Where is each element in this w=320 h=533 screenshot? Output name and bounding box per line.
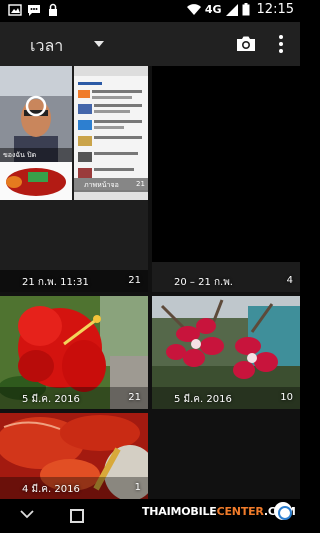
view-selector[interactable]: เวลา — [30, 34, 63, 59]
message-notification-icon — [28, 5, 40, 16]
empty-area — [152, 413, 300, 499]
overflow-menu-icon[interactable] — [276, 34, 286, 54]
watermark-center: CENTER — [216, 505, 264, 518]
album-count: 21 — [128, 392, 141, 403]
watermark-logo-icon — [274, 502, 292, 520]
clock: 12:15 — [256, 2, 294, 17]
album-date: 21 ก.พ. 11:31 — [22, 277, 89, 288]
album-date: 20 – 21 ก.พ. — [174, 277, 233, 288]
watermark: THAIMOBILECENTER.COM — [142, 505, 296, 518]
gallery-notification-icon — [8, 4, 22, 16]
album-tile-5[interactable]: 4 มี.ค. 2016 1 — [0, 413, 148, 499]
album-date: 5 มี.ค. 2016 — [174, 394, 232, 405]
camera-icon[interactable] — [235, 33, 257, 55]
notification-icons — [8, 3, 60, 17]
watermark-brand: THAIMOBILE — [142, 505, 217, 518]
album-caption: 4 มี.ค. 2016 1 — [0, 477, 148, 499]
signal-icon — [225, 3, 238, 16]
album-caption: 5 มี.ค. 2016 10 — [152, 387, 300, 409]
album-date: 4 มี.ค. 2016 — [22, 484, 80, 495]
album-grid: ของฉัน ปิด ภาพหน้าจอ 21 21 ก.พ. 11:31 21… — [0, 66, 300, 499]
album-count: 1 — [134, 482, 141, 493]
album-tile-1[interactable]: ของฉัน ปิด ภาพหน้าจอ 21 21 ก.พ. 11:31 21 — [0, 66, 148, 292]
chevron-down-icon[interactable] — [94, 41, 104, 47]
lock-notification-icon — [49, 3, 57, 16]
album-caption: 5 มี.ค. 2016 21 — [0, 387, 148, 409]
album-tile-4[interactable]: 5 มี.ค. 2016 10 — [152, 296, 300, 409]
wifi-icon — [186, 3, 201, 15]
album-date: 5 มี.ค. 2016 — [22, 394, 80, 405]
app-bar: เวลา — [0, 22, 300, 66]
selfie-caption: ของฉัน ปิด — [3, 151, 37, 159]
recents-icon[interactable] — [70, 509, 84, 523]
screenshot-count: 21 — [136, 180, 145, 188]
album-caption: 20 – 21 ก.พ. 4 — [152, 270, 300, 292]
album-thumbnail — [152, 66, 300, 262]
album-tile-2[interactable]: 20 – 21 ก.พ. 4 — [152, 66, 300, 292]
status-bar: 4G 12:15 — [0, 0, 300, 22]
status-indicators: 4G 12:15 — [186, 2, 294, 17]
screenshot-caption: ภาพหน้าจอ — [84, 181, 119, 189]
back-icon[interactable] — [20, 509, 34, 519]
album-count: 4 — [286, 275, 293, 286]
album-count: 10 — [280, 392, 293, 403]
view-label: เวลา — [30, 36, 64, 55]
network-type: 4G — [204, 3, 222, 16]
album-thumbnail — [0, 66, 148, 292]
battery-icon — [242, 3, 250, 16]
album-caption: 21 ก.พ. 11:31 21 — [0, 270, 148, 292]
album-tile-3[interactable]: 5 มี.ค. 2016 21 — [0, 296, 148, 409]
album-count: 21 — [128, 275, 141, 286]
